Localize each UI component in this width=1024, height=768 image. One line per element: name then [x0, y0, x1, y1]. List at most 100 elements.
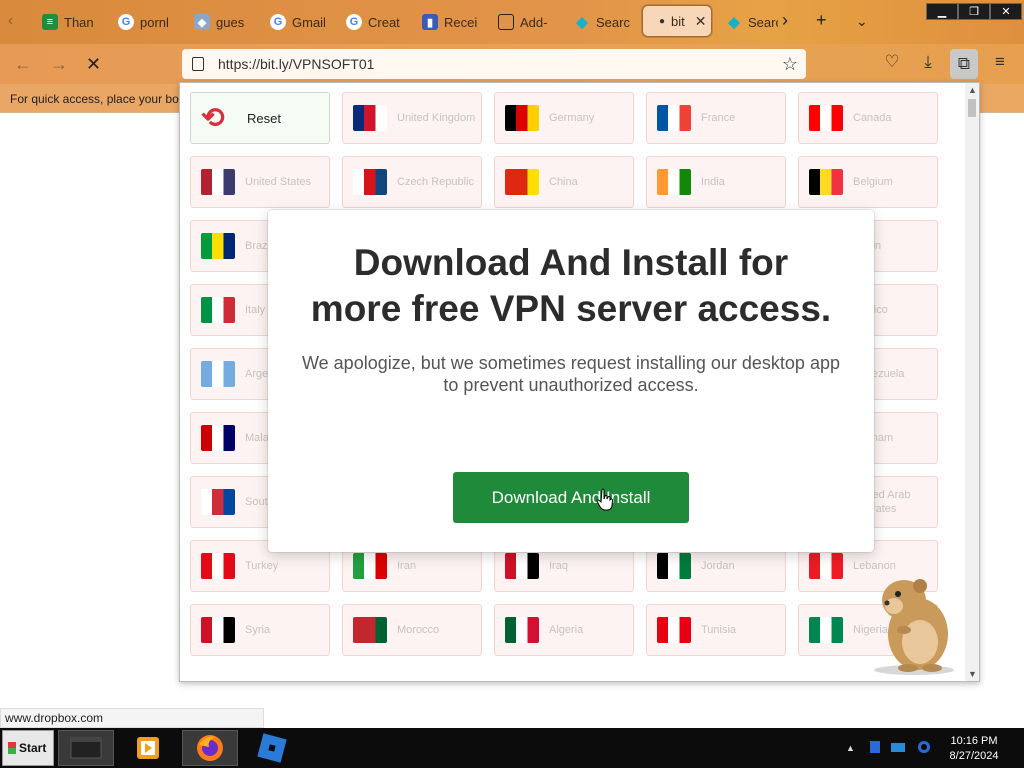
flag-icon	[657, 105, 691, 131]
country-button[interactable]: Syria	[190, 604, 330, 656]
clock[interactable]: 10:16 PM 8/27/2024	[940, 734, 1008, 764]
tab-5[interactable]: ▮ Recei	[422, 8, 480, 36]
tab-1[interactable]: G pornl	[118, 8, 178, 36]
start-label: Start	[19, 741, 47, 755]
start-button[interactable]: Start	[2, 730, 54, 766]
forward-icon[interactable]: →	[50, 54, 68, 75]
country-button[interactable]: Czech Republic	[342, 156, 482, 208]
flag-icon	[809, 169, 843, 195]
bookmark-star-icon[interactable]: ☆	[782, 54, 798, 75]
flag-icon	[505, 617, 539, 643]
page-icon	[192, 57, 204, 71]
taskbar: Start ▲	[0, 728, 1024, 768]
chevron-down-icon[interactable]: ⌄	[856, 13, 868, 30]
flag-icon	[201, 169, 235, 195]
modal-message: We apologize, but we sometimes request i…	[302, 353, 840, 395]
country-label: Algeria	[549, 624, 584, 636]
google-icon: G	[270, 14, 286, 30]
download-install-button[interactable]: Download And Install	[453, 472, 689, 523]
country-label: Iraq	[549, 560, 568, 572]
taskbar-terminal[interactable]	[58, 730, 114, 766]
country-button[interactable]: Belgium	[798, 156, 938, 208]
flag-icon	[809, 105, 843, 131]
tab-label: Than	[64, 14, 94, 30]
country-button[interactable]: China	[494, 156, 634, 208]
tab-9[interactable]: ◆ Searc	[726, 8, 778, 36]
country-button[interactable]: United Kingdom	[342, 92, 482, 144]
download-icon[interactable]: ⤓	[916, 52, 940, 72]
google-icon: G	[346, 14, 362, 30]
extensions-icon[interactable]: ⧉	[950, 49, 978, 79]
tab-label: Add-	[520, 14, 548, 30]
taskbar-firefox[interactable]	[182, 730, 238, 766]
hand-cursor-icon	[596, 488, 614, 511]
scroll-up-icon[interactable]: ▲	[968, 85, 977, 95]
country-label: China	[549, 176, 578, 188]
country-button[interactable]: Morocco	[342, 604, 482, 656]
tray-network-icon[interactable]	[890, 740, 906, 757]
stop-icon[interactable]: ✕	[86, 54, 101, 75]
hamster-mascot-icon	[874, 579, 954, 675]
minimize-icon[interactable]: ▁	[926, 3, 958, 20]
tab-scroll-right-icon[interactable]: ›	[782, 10, 788, 31]
flag-icon	[201, 361, 235, 387]
country-label: Germany	[549, 112, 595, 124]
country-label: Turkey	[245, 560, 279, 572]
country-button[interactable]: Algeria	[494, 604, 634, 656]
country-button[interactable]: France	[646, 92, 786, 144]
tab-label: gues	[216, 14, 245, 30]
flag-icon	[809, 617, 843, 643]
flag-icon	[353, 169, 387, 195]
tab-6[interactable]: Add-	[498, 8, 558, 36]
tab-3[interactable]: G Gmail	[270, 8, 334, 36]
tab-2[interactable]: ◆ gues	[194, 8, 254, 36]
clock-date: 8/27/2024	[949, 750, 999, 762]
country-button[interactable]: Tunisia	[646, 604, 786, 656]
tab-4[interactable]: G Creat	[346, 8, 406, 36]
url-bar[interactable]: https://bit.ly/VPNSOFT01 ☆	[182, 49, 806, 79]
close-window-icon[interactable]: ✕	[990, 3, 1022, 20]
country-button[interactable]: India	[646, 156, 786, 208]
tab-0[interactable]: ≡ Than	[42, 8, 102, 36]
country-label: Tunisia	[701, 624, 737, 636]
tray-speaker-icon[interactable]	[916, 740, 932, 757]
tab-label: Recei	[444, 14, 478, 30]
media-player-icon	[137, 737, 159, 759]
tab-active[interactable]: ● bit ✕	[642, 5, 712, 37]
country-button[interactable]: Germany	[494, 92, 634, 144]
country-button[interactable]: Canada	[798, 92, 938, 144]
tab-scroll-left-icon[interactable]: ‹	[8, 12, 13, 29]
diamond-icon: ◆	[576, 14, 588, 31]
popup-scrollbar[interactable]: ▲ ▼	[965, 83, 979, 681]
country-label: United States	[245, 176, 312, 188]
country-label: Morocco	[397, 624, 440, 636]
sheet-icon: ≡	[42, 14, 58, 30]
new-tab-icon[interactable]: +	[816, 10, 827, 31]
scroll-down-icon[interactable]: ▼	[968, 669, 977, 679]
country-label: Belgium	[853, 176, 893, 188]
back-icon[interactable]: ←	[14, 54, 32, 75]
flag-icon	[657, 169, 691, 195]
country-button[interactable]: United States	[190, 156, 330, 208]
country-label: Jordan	[701, 560, 735, 572]
clock-time: 10:16 PM	[950, 735, 998, 747]
tab-7[interactable]: ◆ Searc	[574, 8, 636, 36]
tab-label: Searc	[596, 14, 630, 30]
taskbar-roblox[interactable]	[244, 730, 300, 766]
tray-expand-icon[interactable]: ▲	[846, 743, 855, 753]
menu-icon[interactable]: ≡	[988, 52, 1012, 72]
reset-button[interactable]: ⟲ Reset	[190, 92, 330, 144]
firefox-icon	[197, 735, 223, 761]
pocket-icon[interactable]: ♡	[880, 52, 904, 72]
taskbar-media[interactable]	[120, 730, 176, 766]
close-tab-icon[interactable]: ✕	[695, 13, 707, 30]
country-label: France	[701, 112, 736, 124]
country-label: United Kingdom	[397, 112, 476, 124]
roblox-icon	[257, 733, 287, 763]
receipt-icon: ▮	[422, 14, 438, 30]
restore-icon[interactable]: ❐	[958, 3, 990, 20]
tray-device-icon[interactable]	[868, 740, 882, 757]
scroll-thumb[interactable]	[968, 99, 976, 117]
url-text[interactable]: https://bit.ly/VPNSOFT01	[218, 56, 374, 72]
country-label: Iran	[397, 560, 416, 572]
